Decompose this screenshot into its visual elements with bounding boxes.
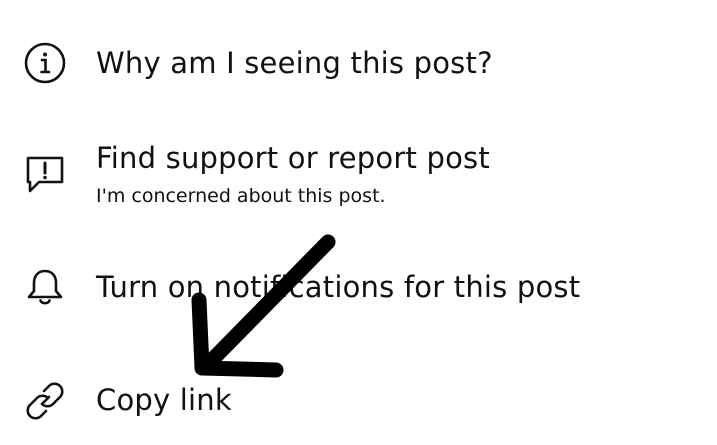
menu-item-find-support-report[interactable]: Find support or report post I'm concerne… [0, 140, 717, 220]
post-options-menu: Why am I seeing this post? Find support … [0, 0, 717, 445]
bell-icon [22, 264, 68, 310]
link-icon [22, 378, 68, 424]
menu-item-turn-on-notifications[interactable]: Turn on notifications for this post [0, 262, 717, 322]
report-icon [22, 152, 68, 198]
info-icon [22, 40, 68, 86]
menu-item-label: Why am I seeing this post? [96, 46, 493, 80]
menu-item-why-seeing-post[interactable]: Why am I seeing this post? [0, 36, 717, 96]
menu-item-label: Turn on notifications for this post [96, 270, 581, 304]
menu-item-sublabel: I'm concerned about this post. [96, 185, 386, 207]
menu-item-copy-link[interactable]: Copy link [0, 372, 717, 432]
menu-item-label: Copy link [96, 383, 232, 417]
menu-item-label: Find support or report post [96, 141, 490, 175]
